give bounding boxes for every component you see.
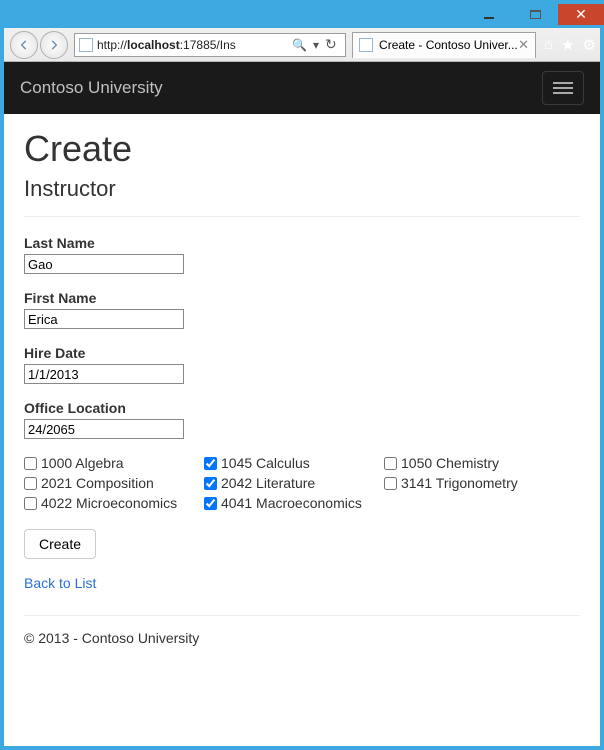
page-icon	[359, 38, 373, 52]
office-location-input[interactable]	[24, 419, 184, 439]
footer-text: © 2013 - Contoso University	[24, 630, 580, 646]
first-name-label: First Name	[24, 290, 580, 306]
course-label: 1050 Chemistry	[401, 455, 499, 471]
course-label: 4022 Microeconomics	[41, 495, 177, 511]
menu-toggle-button[interactable]	[542, 71, 584, 105]
brand[interactable]: Contoso University	[20, 78, 163, 98]
course-checkbox[interactable]	[204, 477, 217, 490]
browser-tab[interactable]: Create - Contoso Univer... ✕	[352, 32, 536, 58]
site-navbar: Contoso University	[4, 62, 600, 114]
window-titlebar: ✕	[0, 0, 604, 28]
page-content: Create Instructor Last Name First Name H…	[4, 114, 600, 664]
window-close-button[interactable]: ✕	[558, 4, 604, 25]
nav-back-button[interactable]	[10, 31, 38, 59]
hire-date-input[interactable]	[24, 364, 184, 384]
nav-forward-button[interactable]	[40, 31, 68, 59]
address-bar[interactable]: http://localhost:17885/Ins 🔍 ▾ ↻	[74, 33, 346, 57]
url-text: http://localhost:17885/Ins	[97, 38, 236, 52]
hire-date-label: Hire Date	[24, 345, 580, 361]
create-button[interactable]: Create	[24, 529, 96, 559]
arrow-left-icon	[17, 38, 31, 52]
hamburger-icon	[553, 82, 573, 84]
window-maximize-button[interactable]	[512, 4, 558, 25]
course-item[interactable]: 1000 Algebra	[24, 455, 204, 471]
search-dropdown-icon[interactable]: 🔍	[292, 38, 307, 52]
course-item[interactable]: 2021 Composition	[24, 475, 204, 491]
course-item[interactable]: 1050 Chemistry	[384, 455, 564, 471]
divider	[24, 216, 580, 217]
dropdown-icon[interactable]: ▾	[313, 38, 319, 52]
course-item[interactable]: 2042 Literature	[204, 475, 384, 491]
course-checkbox[interactable]	[384, 477, 397, 490]
footer-divider	[24, 615, 580, 616]
course-checkbox[interactable]	[24, 477, 37, 490]
course-label: 1045 Calculus	[221, 455, 310, 471]
first-name-input[interactable]	[24, 309, 184, 329]
settings-icon[interactable]: ⚙	[583, 36, 596, 54]
course-checkbox[interactable]	[204, 457, 217, 470]
reload-button[interactable]: ↻	[325, 36, 341, 53]
home-icon[interactable]: ⌂	[544, 36, 553, 54]
course-grid: 1000 Algebra 1045 Calculus 1050 Chemistry 2…	[24, 455, 580, 511]
page-viewport: Contoso University Create Instructor Las…	[4, 62, 600, 746]
course-item[interactable]: 1045 Calculus	[204, 455, 384, 471]
course-checkbox[interactable]	[384, 457, 397, 470]
page-title: Create	[24, 128, 580, 170]
arrow-right-icon	[47, 38, 61, 52]
favorites-icon[interactable]: ★	[561, 36, 574, 54]
browser-toolbar: http://localhost:17885/Ins 🔍 ▾ ↻ Create …	[4, 28, 600, 62]
office-location-label: Office Location	[24, 400, 580, 416]
course-label: 2042 Literature	[221, 475, 315, 491]
course-item[interactable]: 4041 Macroeconomics	[204, 495, 384, 511]
course-item[interactable]: 4022 Microeconomics	[24, 495, 204, 511]
window-minimize-button[interactable]	[466, 4, 512, 25]
course-label: 2021 Composition	[41, 475, 154, 491]
course-item[interactable]: 3141 Trigonometry	[384, 475, 564, 491]
tab-title: Create - Contoso Univer...	[379, 38, 518, 52]
tab-close-button[interactable]: ✕	[518, 37, 529, 53]
course-label: 4041 Macroeconomics	[221, 495, 362, 511]
last-name-label: Last Name	[24, 235, 580, 251]
course-checkbox[interactable]	[204, 497, 217, 510]
back-to-list-link[interactable]: Back to List	[24, 575, 580, 591]
course-checkbox[interactable]	[24, 497, 37, 510]
course-label: 3141 Trigonometry	[401, 475, 518, 491]
last-name-input[interactable]	[24, 254, 184, 274]
course-checkbox[interactable]	[24, 457, 37, 470]
page-subtitle: Instructor	[24, 176, 580, 202]
page-icon	[79, 38, 93, 52]
course-label: 1000 Algebra	[41, 455, 124, 471]
